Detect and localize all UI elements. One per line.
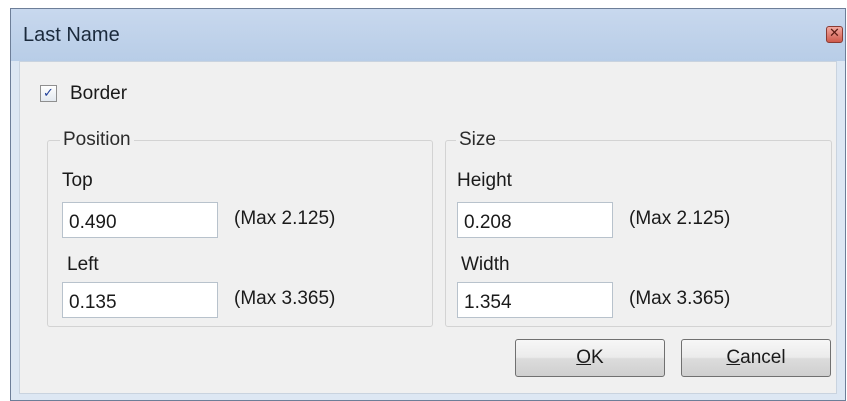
checkmark-icon: ✓: [43, 86, 54, 101]
ok-mnemonic: O: [576, 347, 592, 368]
position-group: Position Top 0.490 (Max 2.125) Left 0.13…: [47, 129, 433, 327]
cancel-label-rest: ancel: [740, 347, 786, 368]
dialog-window: Last Name ✕ ✓ Border Position Top 0.490 …: [10, 8, 846, 401]
left-input[interactable]: 0.135: [62, 282, 218, 318]
left-max-hint: (Max 3.365): [234, 288, 336, 309]
width-label: Width: [461, 254, 510, 275]
border-checkbox-label: Border: [70, 83, 128, 104]
height-input[interactable]: 0.208: [457, 202, 613, 238]
position-group-legend: Position: [60, 129, 134, 151]
left-label: Left: [67, 254, 99, 275]
height-max-hint: (Max 2.125): [629, 208, 731, 229]
cancel-button[interactable]: Cancel: [681, 339, 831, 377]
size-group: Size Height 0.208 (Max 2.125) Width 1.35…: [445, 129, 832, 327]
top-input[interactable]: 0.490: [62, 202, 218, 238]
ok-label-rest: K: [591, 347, 604, 368]
window-title: Last Name: [23, 24, 120, 46]
border-checkbox[interactable]: ✓: [40, 85, 57, 102]
top-label: Top: [62, 170, 93, 191]
height-label: Height: [457, 170, 512, 191]
ok-button[interactable]: OK: [515, 339, 665, 377]
width-max-hint: (Max 3.365): [629, 288, 731, 309]
close-icon[interactable]: ✕: [826, 26, 843, 43]
cancel-mnemonic: C: [726, 347, 741, 368]
dialog-body: ✓ Border Position Top 0.490 (Max 2.125) …: [19, 61, 837, 394]
top-max-hint: (Max 2.125): [234, 208, 336, 229]
title-bar: Last Name ✕: [11, 9, 845, 61]
width-input[interactable]: 1.354: [457, 282, 613, 318]
size-group-legend: Size: [456, 129, 499, 151]
